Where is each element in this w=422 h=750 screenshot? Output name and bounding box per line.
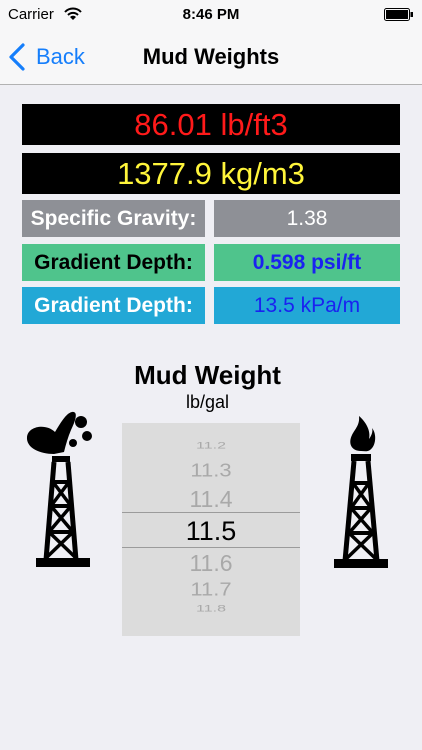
weight-lb-ft3-display: 86.01 lb/ft3 <box>22 104 400 145</box>
picker-option[interactable]: 11.7 <box>122 580 300 599</box>
picker-option[interactable]: 11.3 <box>122 461 300 480</box>
picker-selection-bottom-line <box>122 547 300 548</box>
oil-gusher-rig-icon <box>26 411 92 567</box>
picker-option-selected[interactable]: 11.5 <box>122 518 300 545</box>
picker-selection-top-line <box>122 512 300 513</box>
weight-kg-m3-display: 1377.9 kg/m3 <box>22 153 400 194</box>
specific-gravity-label: Specific Gravity: <box>22 200 205 237</box>
clock: 8:46 PM <box>182 6 240 23</box>
mud-weight-picker[interactable]: 11.2 11.3 11.4 11.5 11.6 11.7 11.8 <box>122 423 300 636</box>
gradient-depth-kpa-label: Gradient Depth: <box>22 287 205 324</box>
gradient-depth-psi-value: 0.598 psi/ft <box>214 244 400 281</box>
specific-gravity-value: 1.38 <box>214 200 400 237</box>
gradient-depth-kpa-value: 13.5 kPa/m <box>214 287 400 324</box>
mud-weight-title: Mud Weight <box>134 360 281 390</box>
status-bar: Carrier 8:46 PM <box>0 0 422 30</box>
gradient-depth-psi-label: Gradient Depth: <box>22 244 205 281</box>
picker-option[interactable]: 11.6 <box>122 552 300 575</box>
page-title: Mud Weights <box>142 44 280 69</box>
picker-option[interactable]: 11.4 <box>122 488 300 511</box>
picker-option[interactable]: 11.8 <box>122 605 300 614</box>
picker-option[interactable]: 11.2 <box>122 442 300 451</box>
battery-icon <box>384 8 413 21</box>
gas-flare-rig-icon <box>334 416 388 568</box>
navigation-bar: Back Mud Weights <box>0 30 422 85</box>
